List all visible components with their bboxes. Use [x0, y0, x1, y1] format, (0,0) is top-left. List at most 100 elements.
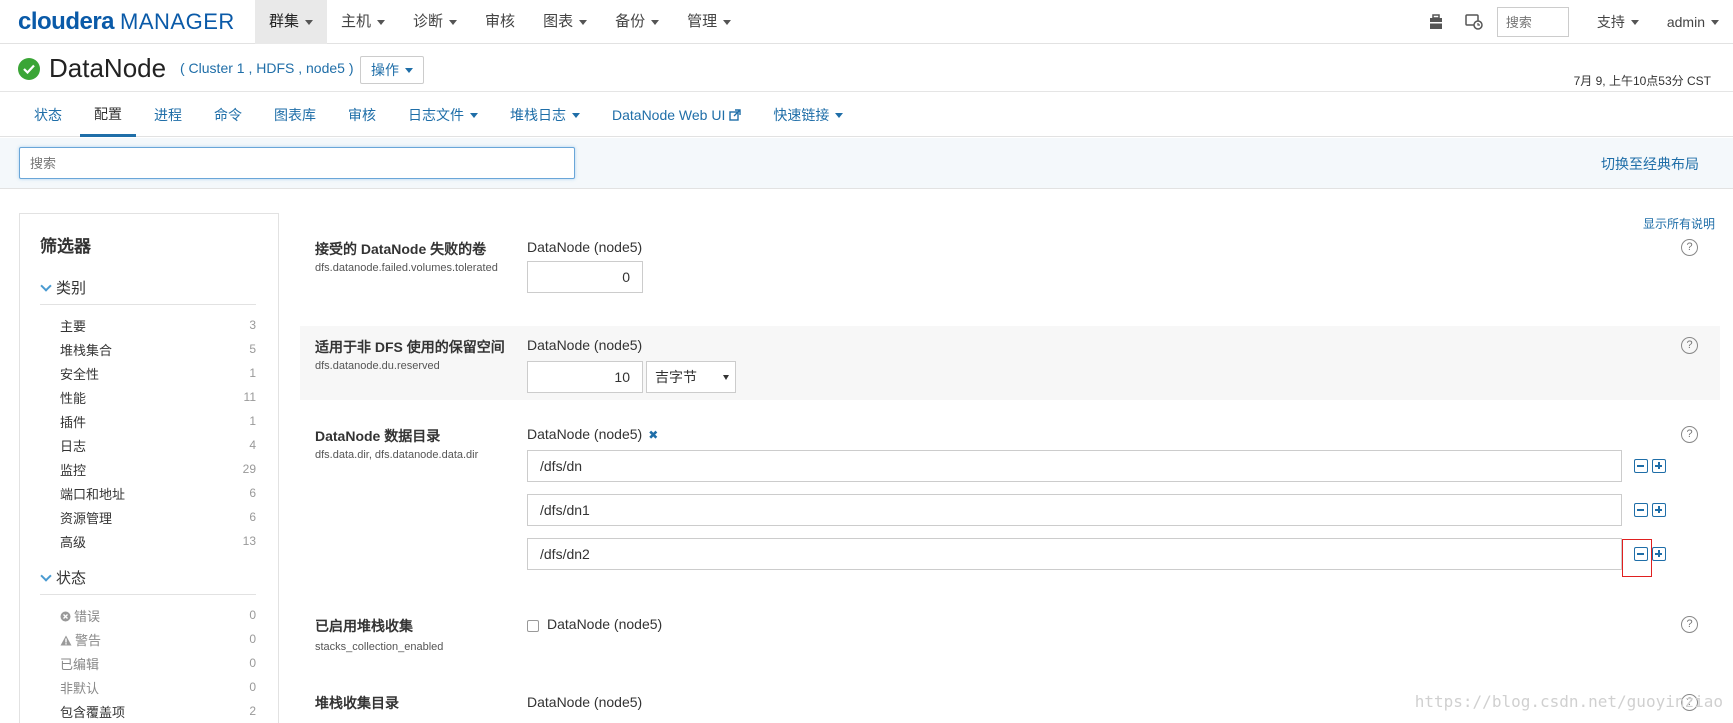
data-dir-input[interactable]: /dfs/dn1: [527, 494, 1622, 526]
role-subtabs: 状态 配置 进程 命令 图表库 审核 日志文件 堆栈日志 DataNode We…: [0, 93, 1733, 137]
data-dir-input[interactable]: /dfs/dn2: [527, 538, 1622, 570]
tab-label: DataNode Web UI: [612, 107, 726, 123]
add-row-icon[interactable]: [1652, 547, 1666, 561]
filter-count: 6: [249, 510, 256, 524]
help-icon[interactable]: ?: [1681, 337, 1698, 354]
filter-item[interactable]: 错误 0: [60, 603, 256, 627]
remove-row-icon[interactable]: [1634, 459, 1648, 473]
facet-heading: 类别: [56, 280, 87, 297]
filter-item[interactable]: 主要 3: [60, 313, 256, 337]
breadcrumb[interactable]: ( Cluster 1 , HDFS , node5 ): [180, 60, 354, 76]
property-key: dfs.data.dir, dfs.datanode.data.dir: [315, 449, 479, 461]
actions-button[interactable]: 操作: [360, 56, 424, 84]
top-menu-label: 诊断: [413, 13, 444, 30]
config-property-stacks-collection-enabled: 已启用堆栈收集 stacks_collection_enabled DataNo…: [300, 605, 1720, 665]
tab-configuration[interactable]: 配置: [80, 93, 136, 137]
filter-count: 11: [243, 390, 256, 404]
config-search-input[interactable]: [19, 147, 575, 179]
category-facet-header[interactable]: 类别: [40, 277, 256, 305]
filter-item[interactable]: 警告 0: [60, 627, 256, 651]
filter-count: 0: [249, 680, 256, 694]
running-commands-icon[interactable]: [1459, 7, 1489, 37]
tab-log-files[interactable]: 日志文件: [394, 93, 492, 137]
property-display-name: 堆栈收集目录: [315, 695, 399, 711]
parcel-icon[interactable]: [1421, 7, 1451, 37]
watermark: https://blog.csdn.net/guoyinziao: [1414, 692, 1723, 711]
tab-processes[interactable]: 进程: [140, 93, 196, 137]
filter-item[interactable]: 非默认 0: [60, 675, 256, 699]
filter-item[interactable]: 包含覆盖项 2: [60, 699, 256, 723]
caret-down-icon: [1711, 19, 1719, 25]
switch-to-classic-layout-link[interactable]: 切换至经典布局: [1601, 154, 1699, 174]
filter-label: 高级: [60, 534, 87, 550]
tab-label: 进程: [154, 107, 182, 123]
top-menu-audits[interactable]: 审核: [471, 0, 529, 44]
user-label: admin: [1666, 14, 1705, 30]
top-menu-charts[interactable]: 图表: [529, 0, 601, 44]
cloudera-manager-logo[interactable]: cloudera MANAGER: [18, 8, 235, 36]
filter-label: 警告: [75, 632, 102, 648]
du-reserved-input[interactable]: 10: [527, 361, 643, 393]
facet-heading: 状态: [56, 570, 87, 587]
top-menu-clusters[interactable]: 群集: [255, 0, 328, 44]
tab-charts-library[interactable]: 图表库: [260, 93, 330, 137]
filter-label: 安全性: [60, 366, 100, 382]
add-row-icon[interactable]: [1652, 503, 1666, 517]
help-icon[interactable]: ?: [1681, 239, 1698, 256]
property-display-name: 接受的 DataNode 失败的卷: [315, 241, 487, 257]
support-label: 支持: [1596, 14, 1625, 30]
top-right-controls: 支持 admin: [1421, 0, 1733, 44]
failed-volumes-input[interactable]: 0: [527, 261, 643, 293]
remove-row-icon[interactable]: [1634, 503, 1648, 517]
state-facet-header[interactable]: 状态: [40, 567, 256, 595]
filter-label: 堆栈集合: [60, 342, 113, 358]
top-menu-backup[interactable]: 备份: [601, 0, 673, 44]
caret-down-icon: [405, 67, 413, 73]
filter-label: 监控: [60, 462, 87, 478]
property-display-name: DataNode 数据目录: [315, 428, 441, 444]
help-icon[interactable]: ?: [1681, 616, 1698, 633]
top-menu-diagnostics[interactable]: 诊断: [399, 0, 471, 44]
support-menu[interactable]: 支持: [1583, 12, 1653, 32]
tab-datanode-web-ui[interactable]: DataNode Web UI: [598, 93, 755, 137]
user-menu[interactable]: admin: [1653, 14, 1733, 30]
tab-status[interactable]: 状态: [20, 93, 76, 137]
filter-count: 0: [249, 608, 256, 622]
filters-title: 筛选器: [40, 237, 91, 256]
filter-item[interactable]: 已编辑 0: [60, 651, 256, 675]
filter-item[interactable]: 监控 29: [60, 457, 256, 481]
top-menu-administration[interactable]: 管理: [673, 0, 745, 44]
filter-item[interactable]: 堆栈集合 5: [60, 337, 256, 361]
stacks-collection-checkbox[interactable]: [527, 620, 539, 632]
add-row-icon[interactable]: [1652, 459, 1666, 473]
top-menu-hosts[interactable]: 主机: [327, 0, 399, 44]
property-scope: DataNode (node5): [527, 239, 643, 255]
filter-item[interactable]: 高级 13: [60, 529, 256, 553]
filter-item[interactable]: 插件 1: [60, 409, 256, 433]
caret-down-icon: [572, 112, 580, 118]
property-key: stacks_collection_enabled: [315, 641, 444, 653]
filter-item[interactable]: 安全性 1: [60, 361, 256, 385]
caret-down-icon: [651, 19, 660, 25]
filter-item[interactable]: 资源管理 6: [60, 505, 256, 529]
remove-override-icon[interactable]: ✖: [648, 428, 658, 442]
tab-commands[interactable]: 命令: [200, 93, 256, 137]
property-display-name: 已启用堆栈收集: [315, 618, 413, 634]
data-dir-row-buttons: [1634, 459, 1670, 473]
tab-label: 命令: [214, 107, 242, 123]
help-icon[interactable]: ?: [1681, 426, 1698, 443]
tab-stack-logs[interactable]: 堆栈日志: [496, 93, 594, 137]
unit-select[interactable]: 吉字节: [646, 361, 736, 393]
global-search-input[interactable]: [1496, 7, 1569, 37]
timestamp[interactable]: 7月 9, 上午10点53分 CST: [1574, 72, 1711, 89]
filter-item[interactable]: 日志 4: [60, 433, 256, 457]
caret-down-icon: [377, 19, 386, 25]
tab-quick-links[interactable]: 快速链接: [759, 93, 857, 137]
filter-item[interactable]: 端口和地址 6: [60, 481, 256, 505]
filter-label: 资源管理: [60, 510, 113, 526]
page-title: DataNode: [49, 53, 167, 83]
scope-label: DataNode (node5): [527, 426, 643, 442]
tab-audits[interactable]: 审核: [334, 93, 390, 137]
filter-item[interactable]: 性能 11: [60, 385, 256, 409]
data-dir-input[interactable]: /dfs/dn: [527, 450, 1622, 482]
